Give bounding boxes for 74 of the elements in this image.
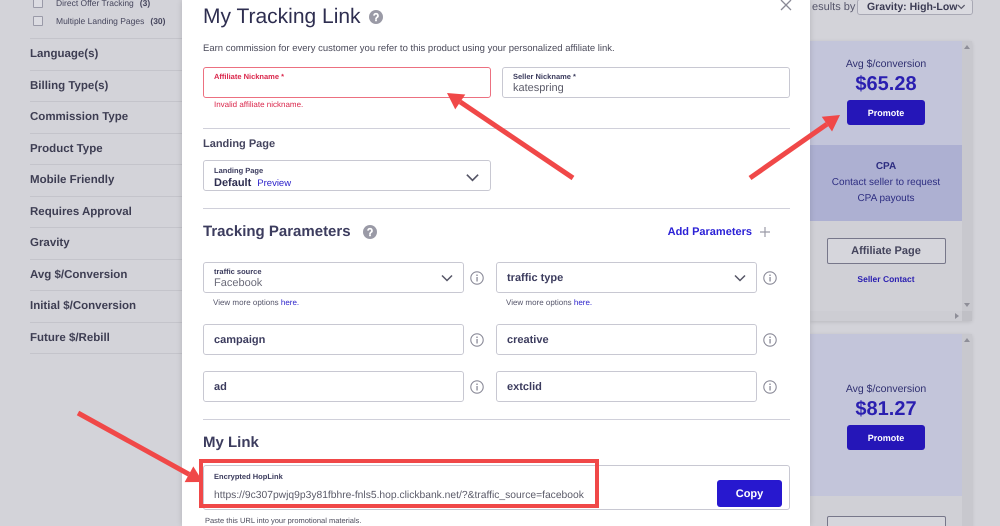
section-heading: Landing Page [203,137,276,151]
input-field[interactable]: extclid [496,371,757,402]
input-field[interactable]: creative [496,324,757,355]
filter-heading[interactable]: Gravity [30,237,70,250]
hint-text: View more options here. [505,298,594,308]
input-field[interactable]: ad [203,371,464,402]
affiliate-page-button[interactable]: Affiliate Page [826,238,946,264]
chevron-icon [441,274,453,282]
text-input[interactable]: campaign [214,334,453,346]
filter-heading[interactable]: Future $/Rebill [30,332,110,344]
copy-button[interactable]: Copy [717,480,782,507]
close-button[interactable] [779,0,793,12]
filter-label: Multiple Landing Pages [56,16,144,26]
avg-label: Avg $/conversion [846,58,926,70]
select-field[interactable]: traffic type [496,262,757,293]
section-heading: Tracking Parameters [203,222,351,242]
avg-value: $81.27 [855,397,917,422]
preview-link[interactable]: Preview [257,178,292,189]
select-value: Facebook [214,276,264,288]
filter-heading[interactable]: Mobile Friendly [30,174,114,186]
here-link[interactable]: here. [280,298,300,307]
select-value: Default [214,177,252,189]
filter-label: Direct Offer Tracking [56,0,134,8]
filter-heading[interactable]: Billing Type(s) [30,80,108,92]
filter-count: (3) [140,0,150,8]
link-text: https://9c307pwjq9p3y81fbhre-fnls5.hop.clickbank.net/?&traffic_source=facebook [214,490,585,501]
cpa-text: Contact seller to request CPA payouts [831,176,941,206]
chevron-icon [734,274,746,282]
checkbox[interactable] [33,16,43,26]
filter-heading[interactable]: Initial $/Conversion [30,300,136,312]
info-icon [470,332,484,346]
modal-title: My Tracking Link [203,5,361,29]
sort-select[interactable]: Gravity: High-Low [857,0,973,15]
text-input[interactable]: ad [214,380,453,392]
info-icon [763,332,777,346]
plus-icon [760,227,770,237]
promote-button[interactable]: Promote [847,425,925,450]
info-icon [763,380,777,394]
cpa-title: CPA [876,160,896,174]
sort-label: esults by [811,1,856,13]
filter-count: (30) [150,16,166,26]
filter-heading[interactable]: Language(s) [30,48,98,60]
info-icon [470,270,484,284]
text-input[interactable]: creative [507,334,746,346]
avg-label: Avg $/conversion [846,383,926,395]
hint-text: View more options here. [212,298,300,308]
select-placeholder: traffic type [507,272,564,284]
avg-value: $65.28 [855,72,917,97]
promote-button[interactable]: Promote [847,100,925,125]
error-text: Invalid affiliate nickname. [213,100,304,110]
chevron-icon [465,173,480,182]
description-text: Earn commission for every customer you refer to this product using your personalized affiliate link. [203,43,616,55]
text-input[interactable]: katespring [513,82,779,94]
filter-heading[interactable]: Product Type [30,142,103,155]
help-icon [362,225,377,239]
help-icon [368,10,383,24]
scroll-arrow-icon [964,45,970,49]
filter-heading[interactable]: Requires Approval [30,206,132,218]
scrollbar[interactable] [962,334,972,526]
scroll-arrow-icon [964,338,970,342]
seller-contact-link[interactable]: Seller Contact [857,274,915,284]
info-icon [763,270,777,284]
scrollbar[interactable] [962,41,972,311]
chevron-icon [957,4,966,10]
section-heading: My Link [203,433,260,453]
input-field[interactable]: campaign [203,324,464,355]
info-icon [470,380,484,394]
here-link[interactable]: here. [574,298,592,307]
scrollbar[interactable] [810,311,972,321]
add-parameters-link[interactable]: Add Parameters [668,226,770,238]
filter-heading[interactable]: Avg $/Conversion [30,268,128,281]
filter-heading[interactable]: Commission Type [30,111,128,124]
text-input[interactable]: extclid [507,380,746,392]
checkbox[interactable] [33,0,43,8]
